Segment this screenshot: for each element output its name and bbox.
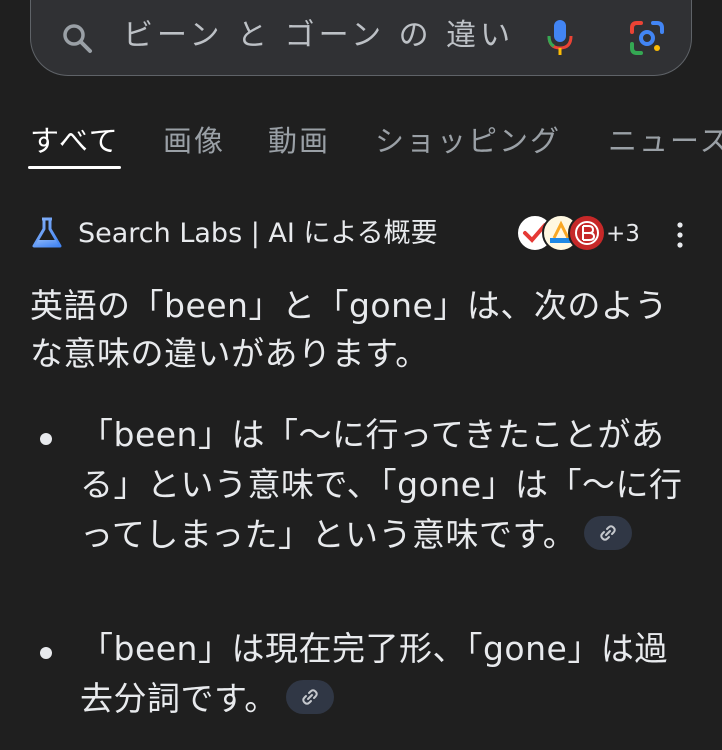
tab-shopping[interactable]: ショッピング [375, 118, 561, 164]
list-item: 「been」は「～に行ってきたことがある」という意味で、「gone」は「～に行っ… [80, 410, 700, 560]
ai-overview-header: Search Labs | AI による概要 +3 [0, 210, 722, 260]
bullet-dot [40, 647, 52, 659]
search-bar[interactable]: ビーン と ゴーン の 違い [30, 0, 692, 76]
source-link-button[interactable] [584, 515, 633, 550]
ai-overview-intro: 英語の「been」と「gone」は、次のような意味の違いがあります。 [30, 286, 668, 373]
tab-all[interactable]: すべて [30, 118, 120, 164]
search-tabs: すべて 画像 動画 ショッピング ニュース [0, 118, 722, 172]
source-avatars[interactable] [516, 212, 606, 252]
list-item-text: 「been」は現在完了形、「gone」は過去分詞です。 [80, 629, 668, 718]
ai-overview-title: Search Labs | AI による概要 [78, 218, 438, 249]
search-input[interactable]: ビーン と ゴーン の 違い [123, 16, 514, 56]
tab-news[interactable]: ニュース [608, 118, 722, 164]
link-icon [301, 688, 318, 705]
active-tab-indicator [28, 166, 121, 169]
bullet-dot [40, 433, 52, 445]
flask-icon [32, 217, 62, 248]
tab-videos[interactable]: 動画 [268, 118, 330, 164]
list-item: 「been」は現在完了形、「gone」は過去分詞です。 [80, 624, 700, 724]
tab-images[interactable]: 画像 [163, 118, 225, 164]
source-link-button[interactable] [285, 679, 334, 714]
more-options-icon[interactable] [668, 220, 692, 250]
google-lens-icon[interactable] [629, 20, 665, 56]
search-icon [63, 24, 92, 53]
more-sources-count[interactable]: +3 [606, 214, 640, 254]
source-avatar-3-icon[interactable] [568, 214, 606, 252]
mic-icon[interactable] [545, 18, 575, 58]
link-icon [600, 524, 616, 541]
